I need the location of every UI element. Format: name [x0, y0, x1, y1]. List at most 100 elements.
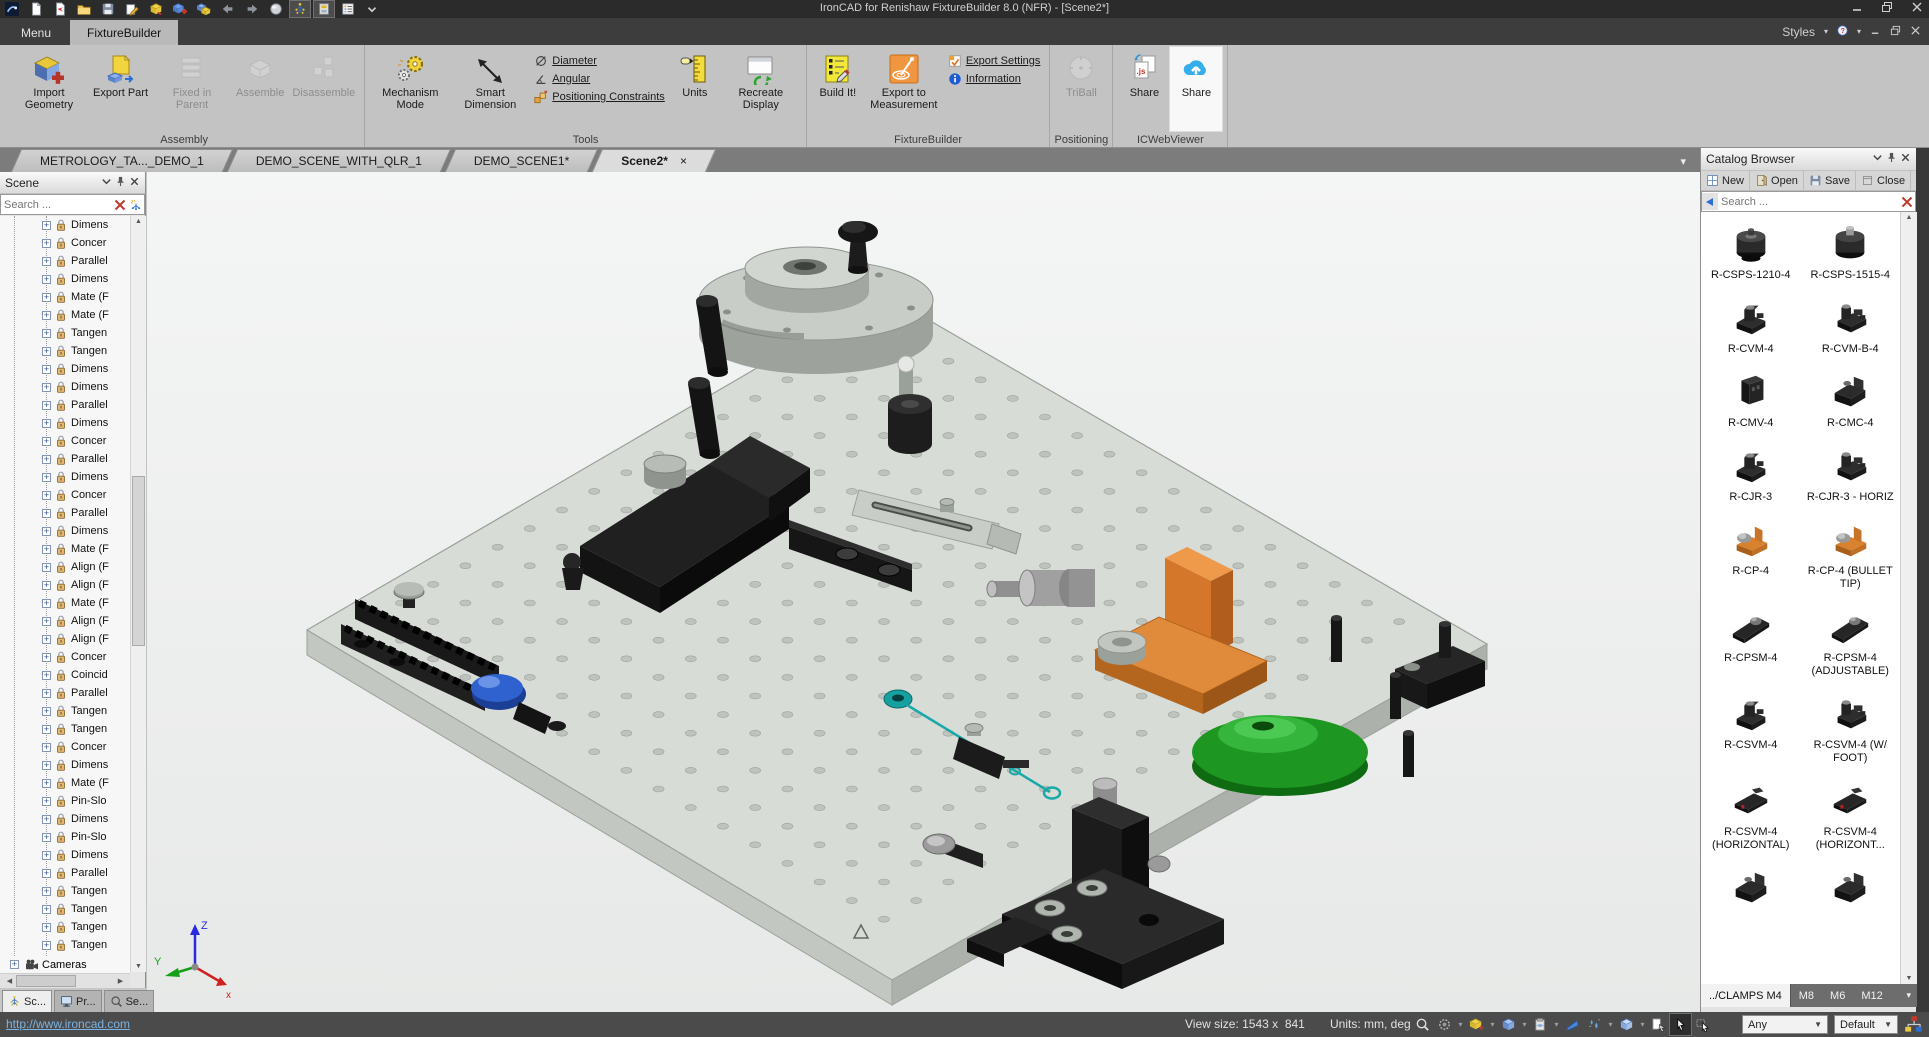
flyout-caret-icon[interactable]: ▾ [1638, 1020, 1647, 1029]
scene-tree-item[interactable]: +Concer [0, 486, 130, 504]
scene-tree-item[interactable]: +Coincid [0, 666, 130, 684]
expand-icon[interactable]: + [42, 797, 51, 806]
scene-tree-item[interactable]: +Dimens [0, 846, 130, 864]
expand-icon[interactable]: + [42, 851, 51, 860]
scene-tree-item[interactable]: +Dimens [0, 468, 130, 486]
expand-icon[interactable]: + [42, 689, 51, 698]
scene-tree-item[interactable]: +Dimens [0, 414, 130, 432]
help-icon[interactable]: ? [1837, 25, 1848, 39]
expand-icon[interactable]: + [42, 635, 51, 644]
catalog-item-r-cvm-b-4[interactable]: R-CVM-B-4 [1801, 296, 1901, 356]
expand-icon[interactable]: + [42, 743, 51, 752]
catalog-item-r-cvm-4[interactable]: R-CVM-4 [1701, 296, 1801, 356]
catalog-item-r-csps-1210-4[interactable]: R-CSPS-1210-4 [1701, 222, 1801, 282]
scene-tree-item[interactable]: +Dimens [0, 378, 130, 396]
select-tool[interactable] [1670, 1014, 1691, 1035]
annotation-tool[interactable] [1648, 1014, 1669, 1035]
expand-icon[interactable]: + [42, 905, 51, 914]
catalog-item[interactable] [1801, 866, 1901, 913]
scene-tree-item[interactable]: +Align (F [0, 576, 130, 594]
scene-tree-item[interactable]: +Dimens [0, 522, 130, 540]
scene-tree-item[interactable]: +Concer [0, 234, 130, 252]
expand-icon[interactable]: + [42, 671, 51, 680]
flyout-caret-icon[interactable]: ▾ [1552, 1020, 1561, 1029]
catalog-tab-m8[interactable]: M8 [1791, 984, 1822, 1007]
scene-tree-item[interactable]: +Dimens [0, 360, 130, 378]
scene-tree-item[interactable]: +Concer [0, 738, 130, 756]
scene-tree-item[interactable]: +Pin-Slo [0, 792, 130, 810]
expand-icon[interactable]: + [42, 527, 51, 536]
catalog-item-r-cpsm-4[interactable]: R-CPSM-4 [1701, 605, 1801, 678]
doc-restore-button[interactable] [1890, 25, 1901, 39]
expand-icon[interactable]: + [42, 779, 51, 788]
box-select-tool[interactable] [1692, 1014, 1713, 1035]
expand-icon[interactable]: + [42, 509, 51, 518]
scene-tree-item[interactable]: +Tangen [0, 702, 130, 720]
expand-icon[interactable]: + [42, 437, 51, 446]
scene-tree-item[interactable]: +Concer [0, 648, 130, 666]
surface-tool[interactable] [1562, 1014, 1583, 1035]
help-caret-icon[interactable]: ▾ [1857, 27, 1861, 36]
scene-tree-item[interactable]: +Align (F [0, 558, 130, 576]
expand-icon[interactable]: + [42, 473, 51, 482]
expand-icon[interactable]: + [42, 725, 51, 734]
expand-icon[interactable]: + [42, 833, 51, 842]
mechanism-mode-button[interactable]: Mechanism Mode [370, 47, 450, 131]
import-geometry-button[interactable]: Import Geometry [9, 47, 89, 131]
expand-icon[interactable]: + [42, 761, 51, 770]
expand-icon[interactable]: + [42, 887, 51, 896]
scene-tree-item[interactable]: +Tangen [0, 720, 130, 738]
minimize-button[interactable] [1851, 0, 1863, 18]
positioning-constraints-button[interactable]: Positioning Constraints [534, 88, 665, 106]
doc-minimize-button[interactable] [1870, 25, 1881, 39]
expand-icon[interactable]: + [42, 419, 51, 428]
assembly-hierarchy-icon[interactable] [1904, 1015, 1923, 1034]
catalog-item-r-cp-4-bullet-tip[interactable]: R-CP-4 (BULLET TIP) [1801, 518, 1901, 591]
scene-tree-item[interactable]: +Concer [0, 432, 130, 450]
scene-tree-item[interactable]: +Mate (F [0, 540, 130, 558]
ribbon-tab-menu[interactable]: Menu [4, 20, 68, 45]
expand-icon[interactable]: + [42, 311, 51, 320]
scene-tree-item[interactable]: +Dimens [0, 810, 130, 828]
flyout-caret-icon[interactable]: ▾ [1488, 1020, 1497, 1029]
scene-tree-hscrollbar[interactable]: ◀ ▶ [0, 973, 130, 988]
expand-icon[interactable]: + [42, 401, 51, 410]
styles-dropdown[interactable]: Styles [1782, 25, 1815, 39]
catalog-tabs-overflow-icon[interactable]: ▾ [1906, 990, 1911, 1001]
flyout-caret-icon[interactable]: ▾ [1520, 1020, 1529, 1029]
recreate-display-button[interactable]: Recreate Display [721, 47, 801, 131]
catalog-item-r-csvm-4-horizont[interactable]: R-CSVM-4 (HORIZONT... [1801, 779, 1901, 852]
new-catalog-button[interactable]: New [1701, 171, 1750, 190]
save-catalog-button[interactable]: Save [1804, 171, 1856, 190]
scene-tree-item[interactable]: +Parallel [0, 684, 130, 702]
catalog-item-r-csvm-4-horizontal[interactable]: R-CSVM-4 (HORIZONTAL) [1701, 779, 1801, 852]
close-icon[interactable] [129, 176, 140, 190]
scene-tree-item[interactable]: +Dimens [0, 216, 130, 234]
expand-icon[interactable]: + [10, 960, 19, 969]
scene-tree-item[interactable]: +Dimens [0, 270, 130, 288]
restore-button[interactable] [1881, 0, 1893, 18]
expand-icon[interactable]: + [42, 347, 51, 356]
scene-tree-item[interactable]: +Pin-Slo [0, 828, 130, 846]
doc-tabs-overflow-icon[interactable]: ▾ [1680, 155, 1686, 168]
catalog-item[interactable] [1701, 866, 1801, 913]
units-button[interactable]: Units [669, 47, 721, 131]
angular-button[interactable]: Angular [534, 70, 665, 88]
chevron-down-icon[interactable] [101, 176, 112, 190]
catalog-item-r-csvm-4[interactable]: R-CSVM-4 [1701, 692, 1801, 765]
expand-icon[interactable]: + [42, 455, 51, 464]
chevron-down-icon[interactable] [1872, 152, 1883, 166]
selection-filter-dropdown[interactable]: Any▼ [1742, 1015, 1828, 1034]
configuration-dropdown[interactable]: Default▼ [1834, 1015, 1898, 1034]
back-arrow-icon[interactable] [1702, 193, 1718, 210]
scene-tree-item[interactable]: +Tangen [0, 342, 130, 360]
build-it-button[interactable]: Build It! [812, 47, 864, 131]
scene-tree-item[interactable]: +Align (F [0, 630, 130, 648]
clipboard-tool[interactable] [1530, 1014, 1551, 1035]
catalog-item-r-csvm-4-w-foot[interactable]: R-CSVM-4 (W/ FOOT) [1801, 692, 1901, 765]
scene-panel-tab-se[interactable]: Se... [104, 990, 155, 1012]
expand-icon[interactable]: + [42, 617, 51, 626]
scene-tree-item[interactable]: +Parallel [0, 396, 130, 414]
export-part-button[interactable]: Export Part [89, 47, 152, 131]
catalog-item-r-cjr-3-horiz[interactable]: R-CJR-3 - HORIZ [1801, 444, 1901, 504]
